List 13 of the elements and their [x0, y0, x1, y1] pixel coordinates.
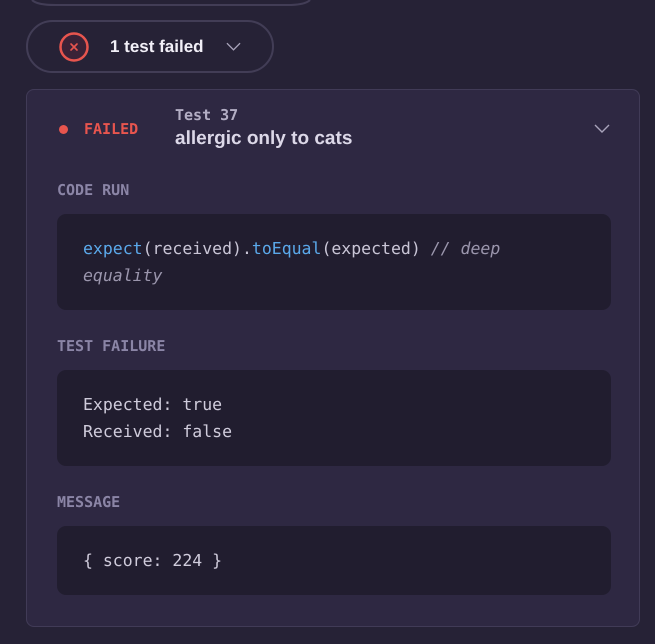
section-heading: MESSAGE: [57, 493, 120, 511]
output-line: { score: 224 }: [83, 550, 222, 572]
chevron-down-icon: [226, 42, 241, 51]
chevron-down-icon[interactable]: [594, 124, 610, 132]
output-line: Received: false: [83, 421, 232, 443]
summary-button[interactable]: 1 test failed: [26, 20, 274, 73]
test-title: allergic only to cats: [175, 127, 352, 151]
output-line: Expected: true: [83, 394, 222, 416]
test-number: Test 37: [175, 106, 238, 124]
section-heading: CODE RUN: [57, 181, 130, 199]
status-label: FAILED: [84, 120, 138, 138]
code-text: expect(received).toEqual(expected) // deep equality: [83, 238, 502, 287]
section-heading: TEST FAILURE: [57, 337, 166, 355]
